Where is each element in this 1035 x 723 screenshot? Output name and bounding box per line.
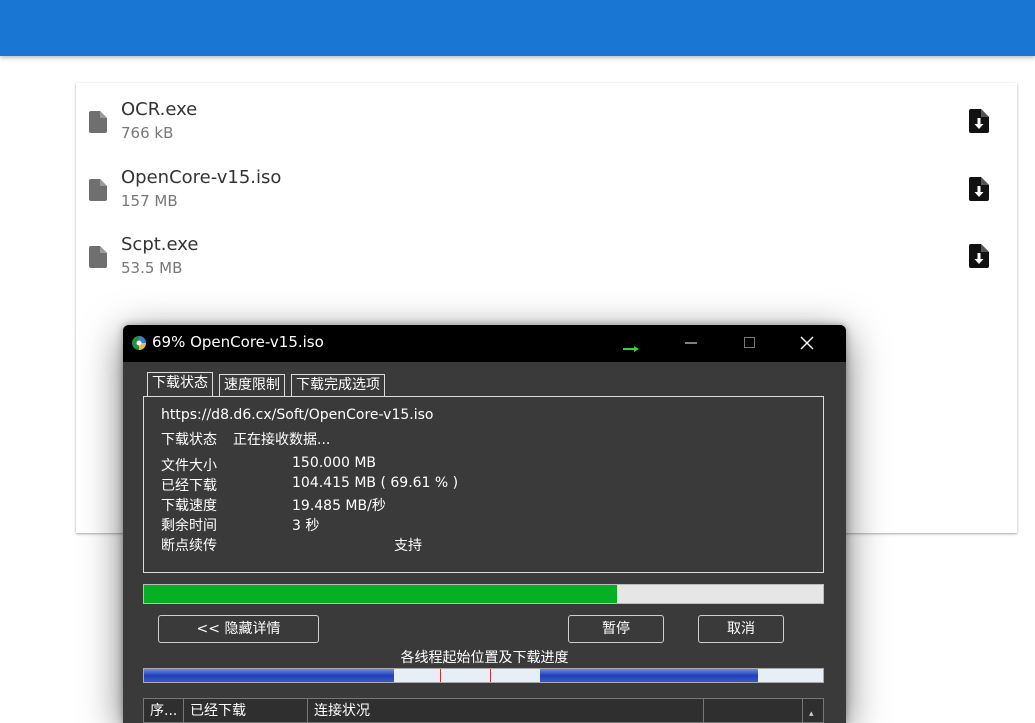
column-header-connection[interactable]: 连接状况 <box>308 699 704 723</box>
file-size: 53.5 MB <box>121 259 183 277</box>
thread-progress-bar <box>143 668 824 683</box>
file-download-icon[interactable] <box>969 109 989 133</box>
detail-value: 150.000 MB <box>292 455 377 471</box>
detail-label: 文件大小 <box>161 458 217 474</box>
scroll-up-icon[interactable]: ▴ <box>809 709 819 721</box>
threads-caption: 各线程起始位置及下载进度 <box>400 650 569 666</box>
download-progress-fill <box>144 585 617 603</box>
status-value: 正在接收数据... <box>233 432 331 448</box>
detail-value: 3 秒 <box>292 518 320 534</box>
download-url: https://d8.d6.cx/Soft/OpenCore-v15.iso <box>161 407 434 423</box>
app-logo-icon <box>132 336 146 350</box>
thread-start-marker <box>490 669 491 682</box>
detail-label: 剩余时间 <box>161 518 217 534</box>
file-icon <box>89 179 107 201</box>
file-icon <box>89 111 107 133</box>
pause-button[interactable]: 暂停 <box>568 615 664 643</box>
thread-start-marker <box>440 669 441 682</box>
column-header-extra[interactable] <box>704 699 803 723</box>
detail-value: 104.415 MB ( 69.61 % ) <box>292 475 459 491</box>
dialog-title-bar[interactable]: 69% OpenCore-v15.iso <box>123 325 846 362</box>
detail-value: 19.485 MB/秒 <box>292 498 386 514</box>
file-row[interactable]: OpenCore-v15.iso 157 MB <box>76 157 1017 217</box>
minimize-button[interactable] <box>667 325 715 362</box>
status-panel: https://d8.d6.cx/Soft/OpenCore-v15.iso 下… <box>143 396 824 573</box>
file-download-icon[interactable] <box>969 244 989 268</box>
thread-segment <box>144 669 394 682</box>
maximize-icon <box>743 337 755 348</box>
dialog-body: 下载状态 速度限制 下载完成选项 https://d8.d6.cx/Soft/O… <box>123 362 846 723</box>
file-download-icon[interactable] <box>969 177 989 201</box>
file-row[interactable]: Scpt.exe 53.5 MB <box>76 224 1017 284</box>
download-dialog: 69% OpenCore-v15.iso 下载状态 速度限制 下载完成选项 ht… <box>123 325 846 723</box>
file-size: 157 MB <box>121 192 178 210</box>
file-size: 766 kB <box>121 124 174 142</box>
detail-label: 断点续传 <box>161 538 217 554</box>
detail-value: 支持 <box>394 538 422 554</box>
detail-label: 下载速度 <box>161 498 217 514</box>
app-top-bar <box>0 0 1035 56</box>
thread-segment <box>540 669 758 682</box>
close-button[interactable] <box>783 325 831 362</box>
minimize-icon <box>685 342 697 344</box>
tab-download-status[interactable]: 下载状态 <box>147 372 213 396</box>
hide-details-button[interactable]: << 隐藏详情 <box>158 615 319 643</box>
file-icon <box>89 246 107 268</box>
file-name: OpenCore-v15.iso <box>121 167 282 188</box>
close-icon <box>800 336 814 350</box>
file-name: OCR.exe <box>121 99 198 120</box>
file-name: Scpt.exe <box>121 234 199 255</box>
cancel-button[interactable]: 取消 <box>698 615 784 643</box>
dialog-title: 69% OpenCore-v15.iso <box>152 333 324 351</box>
file-row[interactable]: OCR.exe 766 kB <box>76 89 1017 149</box>
tab-completion-options[interactable]: 下载完成选项 <box>291 374 385 396</box>
column-header-index[interactable]: 序... <box>144 699 184 723</box>
status-label: 下载状态 <box>161 432 217 448</box>
maximize-button[interactable] <box>725 325 773 362</box>
cursor-icon <box>623 346 639 352</box>
column-header-downloaded[interactable]: 已经下载 <box>184 699 308 723</box>
download-progress-bar <box>143 584 824 604</box>
thread-list-header: 序... 已经下载 连接状况 ▴ <box>143 698 824 723</box>
detail-label: 已经下载 <box>161 478 217 494</box>
tab-speed-limit[interactable]: 速度限制 <box>219 374 285 396</box>
